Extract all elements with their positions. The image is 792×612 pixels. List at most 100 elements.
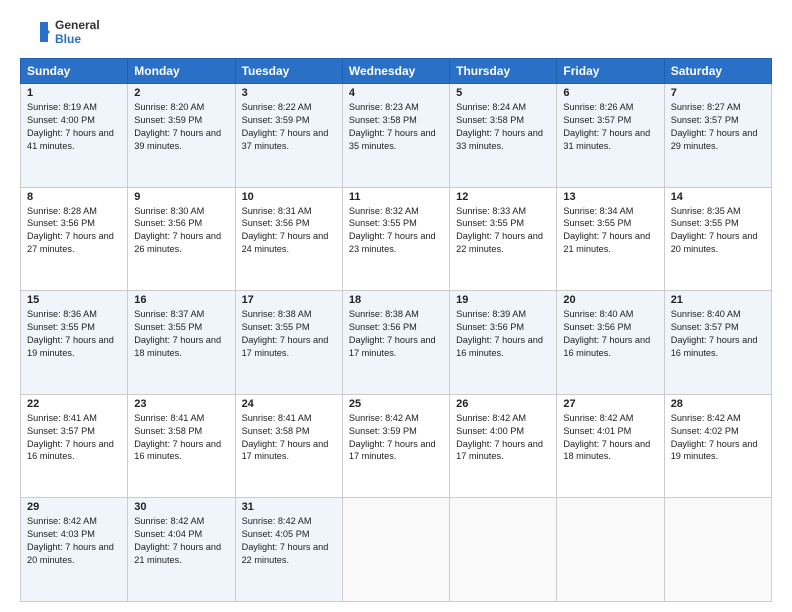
sunset-text: Sunset: 3:56 PM <box>134 218 202 228</box>
day-info: Sunrise: 8:27 AM Sunset: 3:57 PM Dayligh… <box>671 101 765 153</box>
calendar-cell: 31 Sunrise: 8:42 AM Sunset: 4:05 PM Dayl… <box>235 498 342 602</box>
calendar-cell: 17 Sunrise: 8:38 AM Sunset: 3:55 PM Dayl… <box>235 291 342 395</box>
day-info: Sunrise: 8:37 AM Sunset: 3:55 PM Dayligh… <box>134 308 228 360</box>
daylight-text: Daylight: 7 hours and 31 minutes. <box>563 128 650 151</box>
day-number: 19 <box>456 294 550 306</box>
sunrise-text: Sunrise: 8:32 AM <box>349 206 419 216</box>
sunrise-text: Sunrise: 8:42 AM <box>563 413 633 423</box>
day-number: 3 <box>242 87 336 99</box>
daylight-text: Daylight: 7 hours and 21 minutes. <box>134 542 221 565</box>
day-number: 5 <box>456 87 550 99</box>
daylight-text: Daylight: 7 hours and 24 minutes. <box>242 231 329 254</box>
calendar-cell: 8 Sunrise: 8:28 AM Sunset: 3:56 PM Dayli… <box>21 187 128 291</box>
daylight-text: Daylight: 7 hours and 19 minutes. <box>27 335 114 358</box>
sunrise-text: Sunrise: 8:24 AM <box>456 102 526 112</box>
calendar-cell: 4 Sunrise: 8:23 AM Sunset: 3:58 PM Dayli… <box>342 84 449 188</box>
calendar-cell: 9 Sunrise: 8:30 AM Sunset: 3:56 PM Dayli… <box>128 187 235 291</box>
daylight-text: Daylight: 7 hours and 22 minutes. <box>242 542 329 565</box>
day-info: Sunrise: 8:26 AM Sunset: 3:57 PM Dayligh… <box>563 101 657 153</box>
col-wednesday: Wednesday <box>342 59 449 84</box>
day-info: Sunrise: 8:42 AM Sunset: 4:00 PM Dayligh… <box>456 412 550 464</box>
calendar-cell: 6 Sunrise: 8:26 AM Sunset: 3:57 PM Dayli… <box>557 84 664 188</box>
sunset-text: Sunset: 3:59 PM <box>134 115 202 125</box>
calendar-cell: 2 Sunrise: 8:20 AM Sunset: 3:59 PM Dayli… <box>128 84 235 188</box>
calendar-cell: 29 Sunrise: 8:42 AM Sunset: 4:03 PM Dayl… <box>21 498 128 602</box>
calendar-cell: 15 Sunrise: 8:36 AM Sunset: 3:55 PM Dayl… <box>21 291 128 395</box>
day-number: 26 <box>456 398 550 410</box>
daylight-text: Daylight: 7 hours and 22 minutes. <box>456 231 543 254</box>
day-info: Sunrise: 8:38 AM Sunset: 3:56 PM Dayligh… <box>349 308 443 360</box>
calendar-cell: 12 Sunrise: 8:33 AM Sunset: 3:55 PM Dayl… <box>450 187 557 291</box>
logo-icon <box>20 16 52 48</box>
sunset-text: Sunset: 3:58 PM <box>242 426 310 436</box>
sunset-text: Sunset: 3:55 PM <box>349 218 417 228</box>
day-number: 23 <box>134 398 228 410</box>
sunset-text: Sunset: 3:56 PM <box>563 322 631 332</box>
sunset-text: Sunset: 4:01 PM <box>563 426 631 436</box>
daylight-text: Daylight: 7 hours and 16 minutes. <box>134 439 221 462</box>
logo: General Blue <box>20 16 100 48</box>
sunset-text: Sunset: 4:02 PM <box>671 426 739 436</box>
table-row: 1 Sunrise: 8:19 AM Sunset: 4:00 PM Dayli… <box>21 84 772 188</box>
sunrise-text: Sunrise: 8:42 AM <box>242 516 312 526</box>
daylight-text: Daylight: 7 hours and 39 minutes. <box>134 128 221 151</box>
sunrise-text: Sunrise: 8:38 AM <box>242 309 312 319</box>
sunset-text: Sunset: 3:57 PM <box>563 115 631 125</box>
day-number: 22 <box>27 398 121 410</box>
sunrise-text: Sunrise: 8:28 AM <box>27 206 97 216</box>
calendar-cell: 18 Sunrise: 8:38 AM Sunset: 3:56 PM Dayl… <box>342 291 449 395</box>
col-thursday: Thursday <box>450 59 557 84</box>
sunset-text: Sunset: 3:58 PM <box>134 426 202 436</box>
day-number: 6 <box>563 87 657 99</box>
day-info: Sunrise: 8:33 AM Sunset: 3:55 PM Dayligh… <box>456 205 550 257</box>
sunset-text: Sunset: 3:55 PM <box>134 322 202 332</box>
col-monday: Monday <box>128 59 235 84</box>
day-number: 1 <box>27 87 121 99</box>
calendar-cell: 30 Sunrise: 8:42 AM Sunset: 4:04 PM Dayl… <box>128 498 235 602</box>
sunset-text: Sunset: 3:57 PM <box>671 322 739 332</box>
day-number: 21 <box>671 294 765 306</box>
day-info: Sunrise: 8:42 AM Sunset: 4:01 PM Dayligh… <box>563 412 657 464</box>
day-number: 20 <box>563 294 657 306</box>
sunset-text: Sunset: 3:55 PM <box>242 322 310 332</box>
calendar-cell: 27 Sunrise: 8:42 AM Sunset: 4:01 PM Dayl… <box>557 394 664 498</box>
daylight-text: Daylight: 7 hours and 35 minutes. <box>349 128 436 151</box>
sunrise-text: Sunrise: 8:40 AM <box>671 309 741 319</box>
daylight-text: Daylight: 7 hours and 20 minutes. <box>671 231 758 254</box>
calendar-cell: 28 Sunrise: 8:42 AM Sunset: 4:02 PM Dayl… <box>664 394 771 498</box>
day-number: 24 <box>242 398 336 410</box>
daylight-text: Daylight: 7 hours and 17 minutes. <box>349 439 436 462</box>
table-row: 15 Sunrise: 8:36 AM Sunset: 3:55 PM Dayl… <box>21 291 772 395</box>
calendar-cell: 14 Sunrise: 8:35 AM Sunset: 3:55 PM Dayl… <box>664 187 771 291</box>
sunrise-text: Sunrise: 8:27 AM <box>671 102 741 112</box>
sunrise-text: Sunrise: 8:42 AM <box>27 516 97 526</box>
day-number: 18 <box>349 294 443 306</box>
sunrise-text: Sunrise: 8:42 AM <box>349 413 419 423</box>
sunrise-text: Sunrise: 8:40 AM <box>563 309 633 319</box>
sunrise-text: Sunrise: 8:37 AM <box>134 309 204 319</box>
day-number: 14 <box>671 191 765 203</box>
sunrise-text: Sunrise: 8:42 AM <box>134 516 204 526</box>
daylight-text: Daylight: 7 hours and 23 minutes. <box>349 231 436 254</box>
calendar-cell: 11 Sunrise: 8:32 AM Sunset: 3:55 PM Dayl… <box>342 187 449 291</box>
calendar-cell: 20 Sunrise: 8:40 AM Sunset: 3:56 PM Dayl… <box>557 291 664 395</box>
calendar-cell <box>450 498 557 602</box>
sunset-text: Sunset: 3:55 PM <box>671 218 739 228</box>
day-number: 9 <box>134 191 228 203</box>
calendar-table: Sunday Monday Tuesday Wednesday Thursday… <box>20 58 772 602</box>
calendar-cell: 3 Sunrise: 8:22 AM Sunset: 3:59 PM Dayli… <box>235 84 342 188</box>
day-info: Sunrise: 8:41 AM Sunset: 3:58 PM Dayligh… <box>242 412 336 464</box>
sunset-text: Sunset: 4:00 PM <box>456 426 524 436</box>
sunrise-text: Sunrise: 8:30 AM <box>134 206 204 216</box>
table-row: 22 Sunrise: 8:41 AM Sunset: 3:57 PM Dayl… <box>21 394 772 498</box>
sunrise-text: Sunrise: 8:35 AM <box>671 206 741 216</box>
daylight-text: Daylight: 7 hours and 26 minutes. <box>134 231 221 254</box>
logo-text: General Blue <box>55 18 100 47</box>
col-friday: Friday <box>557 59 664 84</box>
day-number: 12 <box>456 191 550 203</box>
calendar-cell <box>557 498 664 602</box>
day-number: 13 <box>563 191 657 203</box>
sunrise-text: Sunrise: 8:20 AM <box>134 102 204 112</box>
sunset-text: Sunset: 4:03 PM <box>27 529 95 539</box>
day-number: 30 <box>134 501 228 513</box>
